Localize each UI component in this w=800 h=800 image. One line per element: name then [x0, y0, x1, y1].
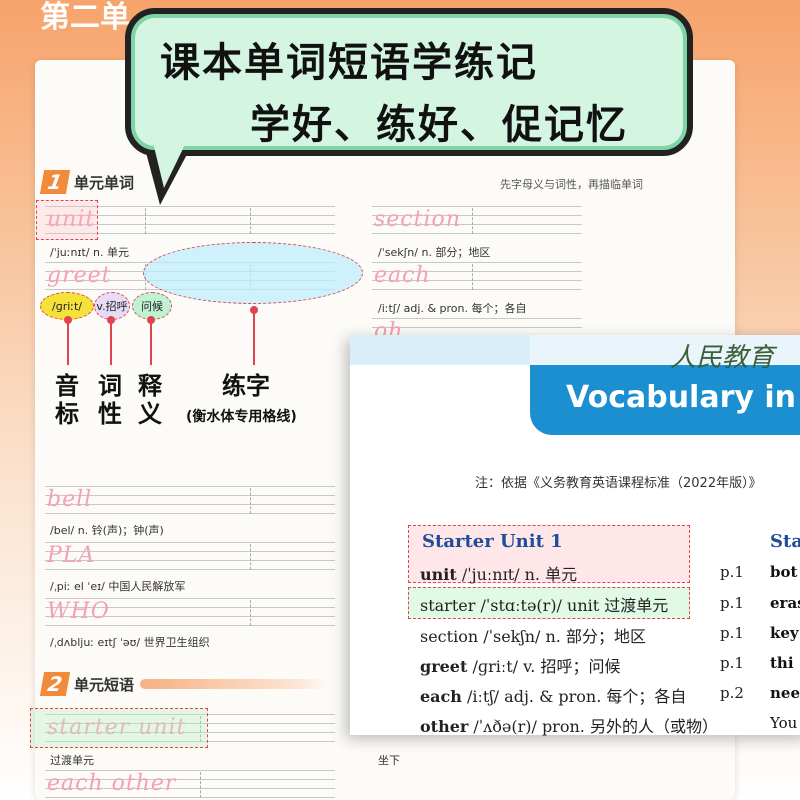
page-ref: p.1 [720, 563, 744, 581]
callout-practice-sub: (衡水体专用格线) [186, 409, 297, 425]
unit-heading: Starter Unit 1 [422, 531, 563, 552]
trace-word: greet [47, 263, 112, 288]
right-col-word: thi [770, 654, 794, 672]
page-ref: p.1 [720, 624, 744, 642]
right-heading: Sta [770, 531, 800, 552]
section-title: 单元单词 [74, 173, 135, 192]
bubble-line2: 学好、练好、促记忆 [250, 102, 628, 148]
highlight-box [30, 708, 208, 748]
writing-lines: section [372, 206, 582, 236]
section-number: 2 [39, 672, 71, 696]
page-ref: p.1 [720, 654, 744, 672]
phrase-definition: 坐下 [378, 754, 400, 767]
word-definition: /ˌpiː el ˈeɪ/ 中国人民解放军 [50, 580, 186, 593]
page-note: 先字母义与词性，再描临单词 [500, 178, 643, 191]
callout-meaning: 释义 [138, 372, 162, 428]
right-col-word: eras [770, 594, 800, 612]
word-definition: /bel/ n. 铃(声)；钟(声) [50, 524, 164, 537]
section-bar [140, 679, 331, 689]
entry-row: other /ˈʌðə(r)/ pron. 另外的人（或物） [420, 717, 718, 736]
unit-header: 第二单 [40, 0, 130, 35]
callout-phonetic: 音标 [55, 372, 79, 428]
section2-heading: 2 单元短语 [39, 672, 331, 696]
highlight-box [36, 200, 98, 240]
practice-oval [143, 242, 363, 304]
section-number: 1 [39, 170, 71, 194]
card-header-stub [350, 335, 530, 365]
right-col-word: bot [770, 563, 798, 581]
writing-lines: WHO [45, 598, 335, 628]
phrase-definition: 过渡单元 [50, 754, 94, 767]
writing-lines: each other [45, 770, 335, 800]
entry-row: section /ˈsekʃn/ n. 部分；地区 [420, 627, 646, 646]
pointer-line [150, 320, 152, 365]
pointer-line [67, 320, 69, 365]
right-col-word: You [770, 714, 798, 732]
callout-pos: 词性 [98, 372, 122, 428]
section-title: 单元短语 [74, 675, 135, 694]
entry-row: greet /ɡriːt/ v. 招呼；问候 [420, 657, 621, 676]
page-ref: p.2 [720, 684, 744, 702]
publisher-script: 人民教育 [670, 343, 775, 373]
card-title: Vocabulary in I [566, 380, 800, 415]
entry-row: each /iːtʃ/ adj. & pron. 每个；各自 [420, 687, 687, 706]
word-definition: /ˈsekʃn/ n. 部分；地区 [378, 246, 491, 259]
bubble-tail-inner [150, 130, 192, 188]
entry-row: starter /ˈstɑːtə(r)/ unit 过渡单元 [420, 596, 669, 615]
card-header: 人民教育 Vocabulary in I [530, 335, 800, 435]
word-definition: /iːtʃ/ adj. & pron. 每个；各自 [378, 302, 527, 315]
writing-lines: each [372, 262, 582, 292]
trace-word: each [374, 263, 431, 288]
trace-word: bell [47, 487, 93, 512]
word-definition: /ˈjuːnɪt/ n. 单元 [50, 246, 130, 259]
writing-lines: bell [45, 486, 335, 516]
bubble-line1: 课本单词短语学练记 [160, 40, 538, 86]
callout-practice: 练字 [222, 372, 270, 400]
writing-lines: PLA [45, 542, 335, 572]
pointer-line [110, 320, 112, 365]
pointer-line [253, 310, 255, 365]
section1-heading: 1 单元单词 [39, 170, 135, 194]
trace-word: PLA [47, 543, 96, 568]
vocabulary-card: 人民教育 Vocabulary in I 注：依据《义务教育英语课程标准（202… [350, 335, 800, 736]
right-col-word: key [770, 624, 799, 642]
card-note: 注：依据《义务教育英语课程标准（2022年版）》 [475, 476, 762, 491]
page-ref: p.1 [720, 594, 744, 612]
trace-phrase: each other [47, 771, 177, 796]
right-col-word: nee [770, 684, 800, 702]
entry-row: unit /ˈjuːnɪt/ n. 单元 [420, 565, 578, 584]
trace-word: section [374, 207, 461, 232]
trace-word: WHO [47, 599, 110, 624]
word-definition: /ˌdʌbljuː eɪtʃ ˈəʊ/ 世界卫生组织 [50, 636, 210, 649]
